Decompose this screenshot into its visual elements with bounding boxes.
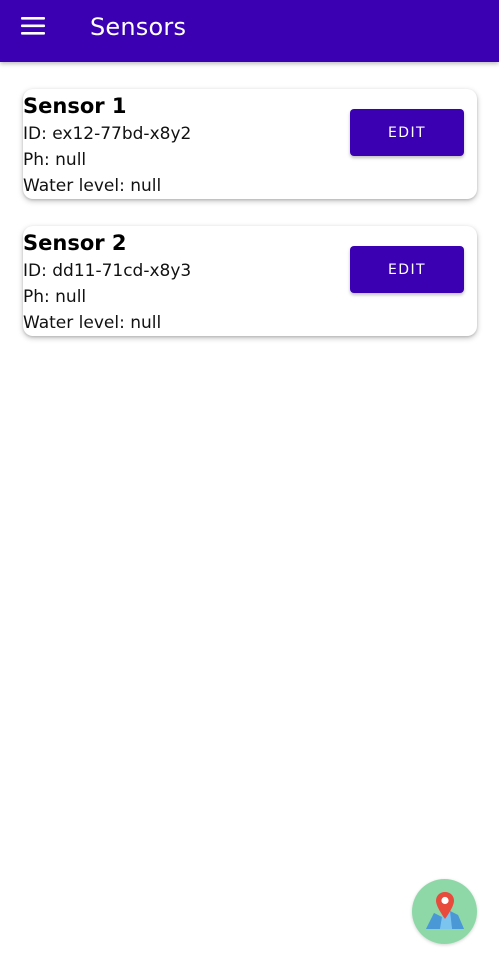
page-title: Sensors bbox=[90, 13, 187, 41]
sensor-name: Sensor 1 bbox=[23, 94, 127, 118]
sensors-screen: Sensors Sensor 1 ID: ex12-77bd-x8y2 Ph: … bbox=[0, 0, 499, 966]
app-bar: Sensors bbox=[0, 0, 499, 62]
sensor-water-level: Water level: null bbox=[23, 313, 162, 333]
sensor-card: Sensor 1 ID: ex12-77bd-x8y2 Ph: null Wat… bbox=[23, 89, 477, 199]
sensor-ph: Ph: null bbox=[23, 287, 87, 307]
map-pin-icon bbox=[422, 889, 468, 935]
menu-button[interactable] bbox=[8, 6, 58, 46]
map-fab-button[interactable] bbox=[412, 879, 477, 944]
sensor-id: ID: dd11-71cd-x8y3 bbox=[23, 261, 192, 281]
edit-button[interactable]: EDIT bbox=[350, 109, 464, 156]
sensor-ph: Ph: null bbox=[23, 150, 87, 170]
sensor-name: Sensor 2 bbox=[23, 231, 127, 255]
sensor-card: Sensor 2 ID: dd11-71cd-x8y3 Ph: null Wat… bbox=[23, 226, 477, 336]
sensor-id: ID: ex12-77bd-x8y2 bbox=[23, 124, 192, 144]
hamburger-menu-icon bbox=[8, 6, 58, 46]
sensor-water-level: Water level: null bbox=[23, 176, 162, 196]
edit-button[interactable]: EDIT bbox=[350, 246, 464, 293]
